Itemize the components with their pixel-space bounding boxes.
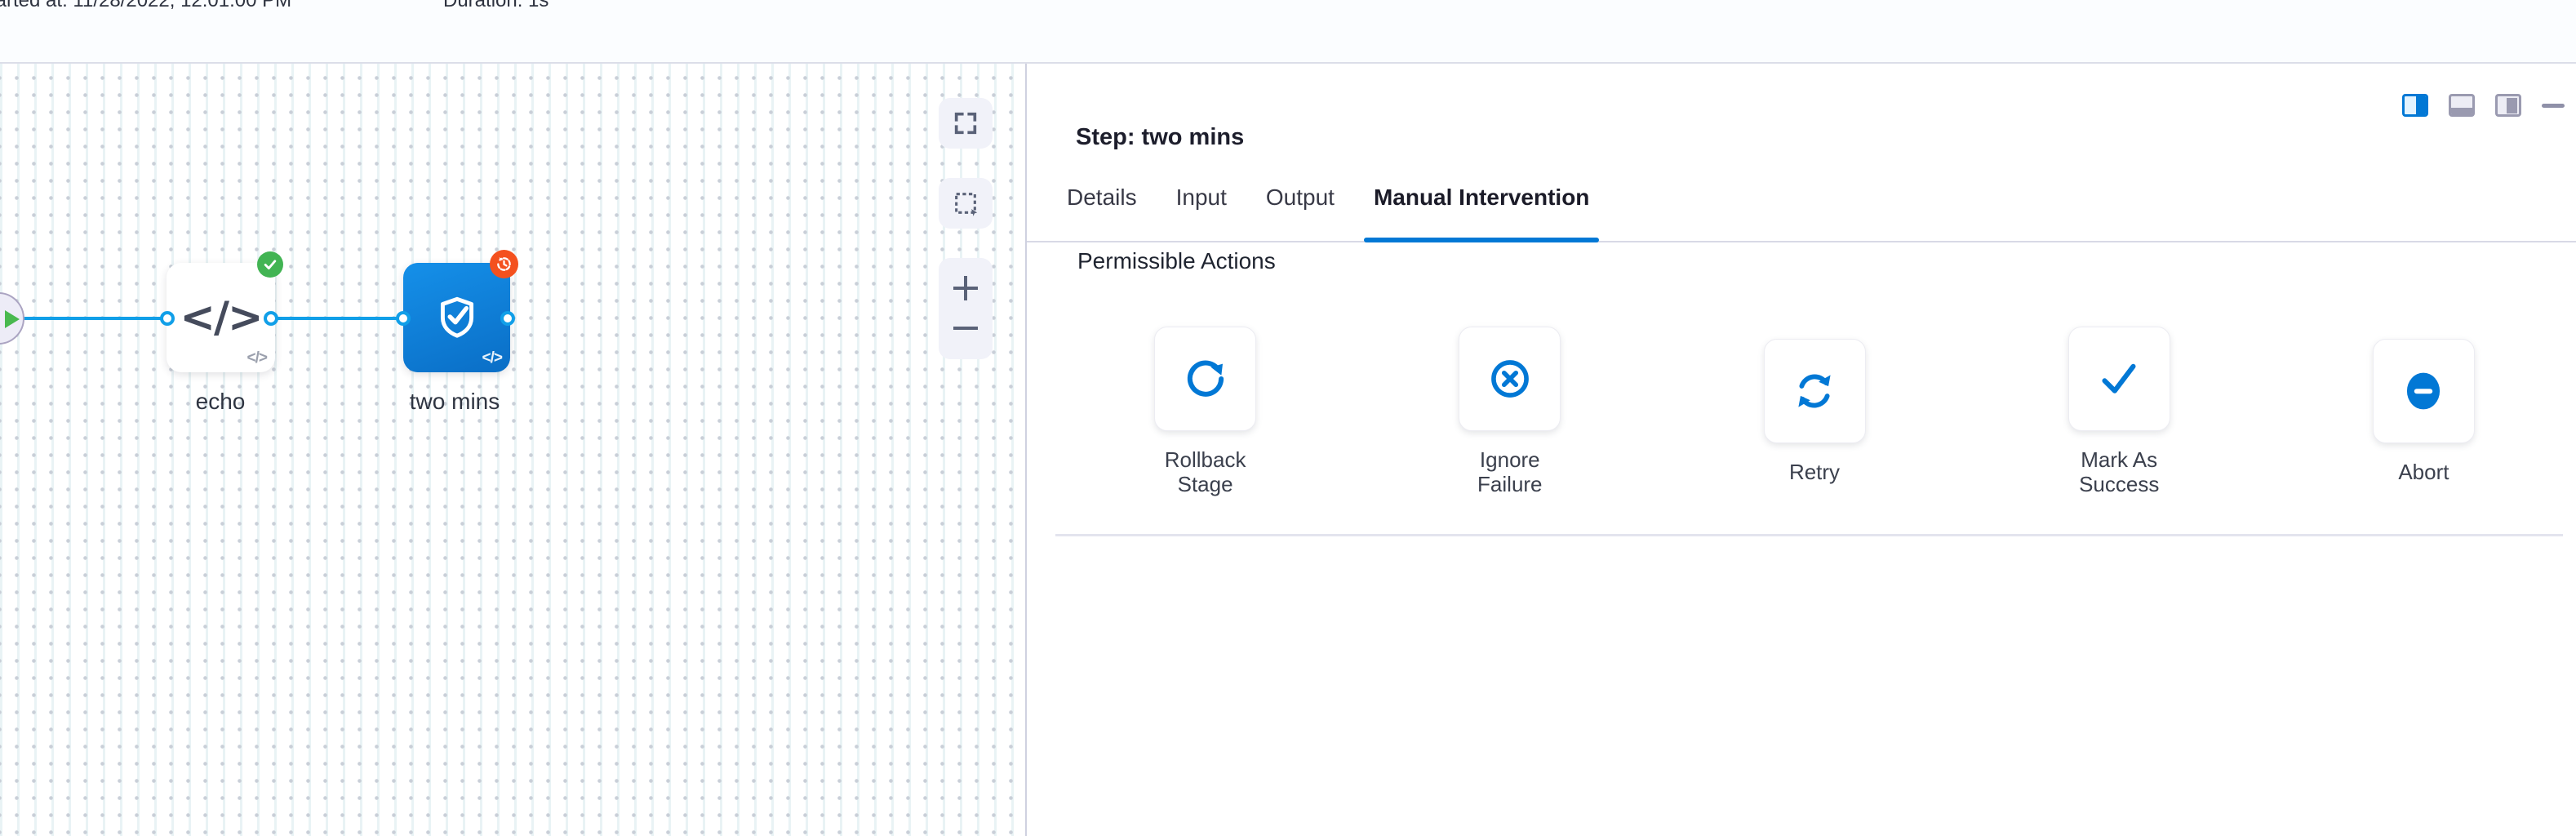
action-label: Abort (2366, 460, 2481, 484)
layout-bottom-split-button[interactable] (2449, 94, 2475, 117)
action-rollback-stage[interactable]: Rollback Stage (1053, 327, 1357, 496)
tab-output[interactable]: Output (1256, 185, 1344, 241)
permissible-actions-title: Permissible Actions (1077, 248, 1276, 274)
rollback-icon (1183, 356, 1228, 402)
action-card[interactable] (1459, 327, 1561, 431)
script-type-icon: </> (482, 349, 502, 367)
minimize-panel-button[interactable] (2542, 104, 2565, 108)
edge-port[interactable] (500, 311, 515, 326)
permissible-actions-row: Rollback Stage Ignore Failure (1053, 322, 2576, 501)
tab-details[interactable]: Details (1057, 185, 1147, 241)
node-label-two-mins: two mins (410, 389, 500, 415)
action-mark-as-success[interactable]: Mark As Success (1967, 327, 2272, 496)
step-tabs: Details Input Output Manual Intervention (1027, 185, 2576, 242)
action-label: Ignore Failure (1453, 447, 1567, 496)
mark-success-icon (2096, 356, 2142, 402)
started-at-text: Started at: 11/28/2022, 12:01:00 PM (0, 0, 291, 12)
play-icon (5, 310, 20, 328)
selection-box-icon (952, 189, 979, 217)
layout-right-drawer-button[interactable] (2495, 94, 2521, 117)
action-card[interactable] (1764, 339, 1866, 443)
step-node-echo[interactable]: </> </> (167, 263, 275, 372)
step-node-two-mins[interactable]: </> (403, 263, 510, 372)
step-details-panel: Step: two mins Details Input Output Manu… (1027, 64, 2576, 836)
zoom-out-button[interactable] (953, 327, 978, 330)
edge-port[interactable] (160, 311, 175, 326)
success-badge-icon (257, 251, 283, 278)
action-label: Mark As Success (2062, 447, 2176, 496)
action-card[interactable] (2373, 339, 2475, 443)
panel-title: Step: two mins (1076, 124, 1244, 151)
pipeline-canvas[interactable]: </> </> echo </> two mins (0, 64, 1027, 836)
action-card[interactable] (1154, 327, 1256, 431)
node-label-echo: echo (196, 389, 246, 415)
fit-to-screen-button[interactable] (939, 98, 993, 149)
marquee-select-button[interactable] (939, 178, 993, 229)
zoom-in-button[interactable] (953, 276, 978, 300)
fullscreen-icon (952, 109, 979, 137)
action-abort[interactable]: Abort (2272, 339, 2576, 484)
action-label: Rollback Stage (1148, 447, 1263, 496)
script-type-icon: </> (247, 349, 267, 367)
code-icon: </> (180, 293, 261, 342)
action-card[interactable] (2068, 327, 2170, 431)
tab-manual-intervention[interactable]: Manual Intervention (1364, 185, 1599, 241)
shield-check-icon (432, 292, 482, 343)
abort-icon (2401, 368, 2446, 414)
retry-icon (1792, 368, 1837, 414)
action-retry[interactable]: Retry (1662, 339, 1966, 484)
edge-port[interactable] (396, 311, 411, 326)
action-label: Retry (1757, 460, 1872, 484)
action-ignore-failure[interactable]: Ignore Failure (1357, 327, 1662, 496)
tab-input[interactable]: Input (1166, 185, 1237, 241)
content-divider (1055, 534, 2563, 536)
execution-header-strip: Started at: 11/28/2022, 12:01:00 PM Dura… (0, 0, 2576, 64)
panel-layout-controls (2402, 93, 2565, 118)
timeout-badge-icon (490, 250, 518, 278)
zoom-controls (939, 258, 993, 359)
start-node (0, 292, 24, 345)
layout-right-split-button[interactable] (2402, 94, 2428, 117)
duration-text: Duration: 1s (443, 0, 549, 12)
edge-port[interactable] (264, 311, 278, 326)
pipeline-execution-view: Started at: 11/28/2022, 12:01:00 PM Dura… (0, 0, 2576, 836)
ignore-failure-icon (1487, 356, 1533, 402)
